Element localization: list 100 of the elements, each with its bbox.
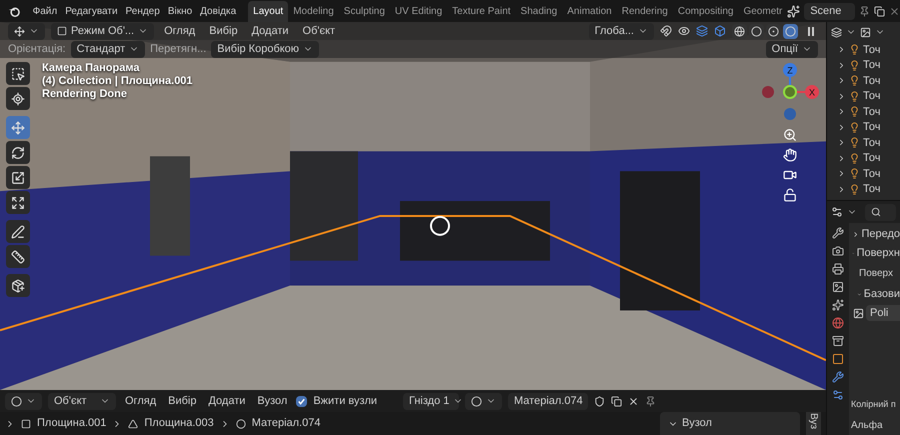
menu-item[interactable]: Вікно	[164, 4, 196, 18]
image-field[interactable]: Poli	[866, 304, 900, 322]
hand-icon[interactable]	[783, 148, 797, 162]
image-icon[interactable]	[832, 281, 844, 293]
archive-icon[interactable]	[832, 335, 844, 347]
ruler-icon[interactable]	[6, 245, 30, 268]
outliner-item[interactable]: Точ	[863, 88, 880, 104]
close-icon[interactable]	[628, 396, 640, 406]
orientation-dropdown[interactable]: Стандарт	[70, 40, 146, 58]
add-cube-icon[interactable]	[6, 274, 30, 297]
image-icon[interactable]	[853, 308, 864, 318]
menu-item[interactable]: Огляд	[122, 392, 160, 410]
axis-gizmo-drawing[interactable]: Z X	[760, 62, 820, 122]
menu-item[interactable]: Огляд	[160, 22, 200, 40]
zoom-icon[interactable]	[783, 128, 797, 142]
copy-icon[interactable]	[874, 6, 885, 16]
workspace-tab[interactable]: Rendering	[616, 0, 673, 22]
shield-icon[interactable]	[594, 396, 606, 406]
xray-icon[interactable]	[714, 25, 726, 37]
search-field[interactable]	[865, 204, 896, 220]
select-box-icon[interactable]	[6, 62, 30, 85]
workspace-tab[interactable]: Modeling	[288, 0, 339, 22]
camera-icon[interactable]	[783, 168, 797, 182]
editor-type-button[interactable]	[8, 22, 45, 40]
printer-icon[interactable]	[832, 263, 844, 275]
menu-item[interactable]: Вибір	[205, 22, 242, 40]
pencil-icon[interactable]	[6, 220, 30, 243]
move-icon[interactable]	[6, 116, 30, 139]
breadcrumb-item[interactable]: Матеріал.074	[252, 415, 320, 432]
panel-title[interactable]: Базови	[864, 286, 900, 303]
solid-icon[interactable]	[749, 24, 764, 38]
menu-item[interactable]: Вузол	[254, 392, 290, 410]
outliner-item[interactable]: Точ	[863, 57, 880, 74]
workspace-tab[interactable]: UV Editing	[390, 0, 448, 22]
workspace-tab[interactable]: Animation	[562, 0, 617, 22]
workspace-tab[interactable]: Texture Paint	[447, 0, 516, 22]
outliner-item[interactable]: Точ	[863, 181, 880, 198]
material-field[interactable]: Матеріал.074	[508, 392, 588, 410]
sidebar-tab[interactable]: Вуз	[806, 412, 821, 435]
caret-icon[interactable]	[852, 230, 860, 239]
lock-icon[interactable]	[783, 188, 797, 202]
workspace-tab[interactable]: Sculpting	[338, 0, 390, 22]
wrench-icon[interactable]	[832, 371, 844, 383]
material-icon[interactable]	[766, 24, 781, 38]
panel-title[interactable]: Поверхн	[856, 245, 900, 262]
overlay-icon[interactable]	[696, 25, 708, 37]
outliner-item[interactable]: Точ	[863, 119, 880, 136]
workspace-tab[interactable]: Layout	[248, 0, 288, 22]
tool-icon[interactable]	[832, 227, 844, 239]
sphere-icon	[471, 396, 482, 406]
panel-title[interactable]: Вузол	[682, 415, 712, 432]
rendered-icon[interactable]	[783, 24, 798, 38]
menu-item[interactable]: Редагувати	[61, 4, 122, 18]
mode-dropdown[interactable]: Режим Об'...	[51, 22, 154, 40]
workspace-tab[interactable]: Geometr	[738, 0, 788, 22]
workspace-tab[interactable]: Compositing	[672, 0, 738, 22]
menu-item[interactable]: Додати	[248, 22, 293, 40]
menu-item[interactable]: Додати	[205, 392, 248, 410]
rotate-icon[interactable]	[6, 141, 30, 164]
outliner-item[interactable]: Точ	[863, 166, 880, 182]
copy-icon[interactable]	[611, 396, 622, 406]
editor-type-button[interactable]	[5, 392, 42, 410]
cursor-icon[interactable]	[6, 87, 30, 110]
magnet-icon[interactable]	[660, 25, 672, 37]
outliner-item[interactable]: Точ	[863, 104, 880, 120]
slot-dropdown[interactable]: Гніздо 1	[403, 392, 460, 410]
menu-item[interactable]: Рендер	[122, 4, 164, 18]
outliner-item[interactable]: Точ	[863, 42, 880, 58]
scene-icon[interactable]	[787, 4, 800, 18]
outliner-item[interactable]: Точ	[863, 72, 880, 89]
menu-item[interactable]: Об'єкт	[298, 22, 340, 40]
menu-item[interactable]: Довідка	[196, 4, 240, 18]
panel-title[interactable]: Передо	[861, 226, 900, 243]
breadcrumb-item[interactable]: Площина.001	[37, 415, 106, 432]
display-mode-icon[interactable]	[831, 26, 842, 38]
use-nodes-checkbox[interactable]	[296, 396, 308, 406]
camera-icon[interactable]	[832, 245, 844, 257]
pin-icon[interactable]	[859, 6, 870, 16]
orientation-dropdown[interactable]: Глоба...	[588, 22, 654, 40]
material-preview-button[interactable]	[465, 392, 502, 410]
scene-icon[interactable]	[832, 299, 844, 311]
transform-icon[interactable]	[6, 191, 30, 214]
outliner-item[interactable]: Точ	[863, 150, 880, 166]
drag-dropdown[interactable]: Вибір Коробкою	[211, 40, 320, 58]
menu-item[interactable]: Файл	[28, 4, 62, 18]
scene-field[interactable]: Scene	[804, 2, 855, 20]
options-dropdown[interactable]: Опції	[766, 40, 818, 58]
wireframe-icon[interactable]	[732, 24, 747, 38]
globe-icon[interactable]	[832, 317, 844, 329]
workspace-tab[interactable]: Shading	[516, 0, 562, 22]
object-icon[interactable]	[832, 353, 844, 365]
scale-icon[interactable]	[6, 166, 30, 189]
pin-icon[interactable]	[645, 396, 656, 406]
editor-type-icon[interactable]	[831, 206, 843, 218]
logo-icon[interactable]	[8, 4, 21, 18]
object-dropdown[interactable]: Об'єкт	[48, 392, 116, 410]
outliner-item[interactable]: Точ	[863, 134, 880, 151]
menu-item[interactable]: Вибір	[165, 392, 200, 410]
visibility-icon[interactable]	[678, 25, 690, 37]
breadcrumb-item[interactable]: Площина.003	[144, 415, 214, 432]
